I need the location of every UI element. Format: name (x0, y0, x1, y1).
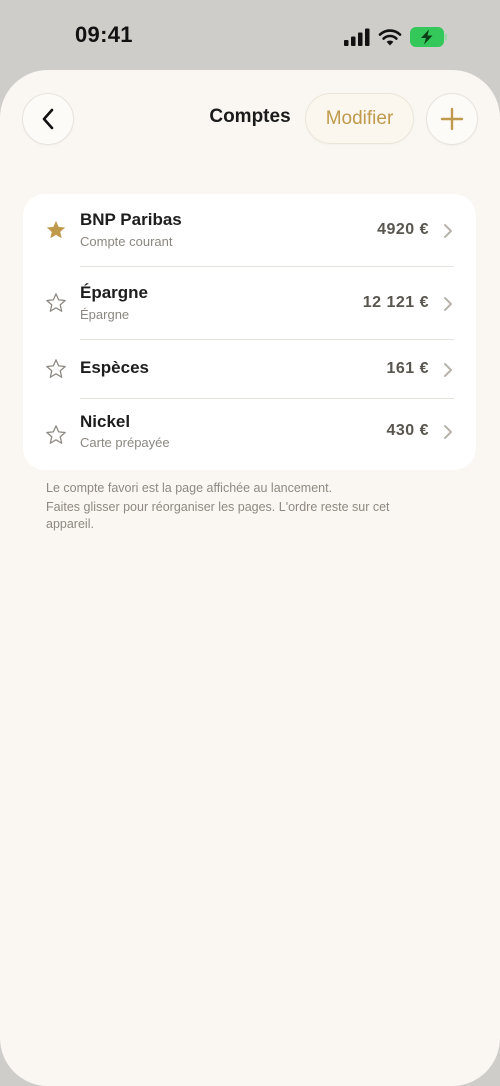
edit-button[interactable]: Modifier (306, 94, 413, 143)
cellular-signal-icon (344, 28, 370, 46)
wifi-icon (378, 29, 402, 46)
account-subtitle: Carte prépayée (80, 435, 170, 450)
star-outline-icon[interactable] (45, 292, 67, 314)
account-name: Espèces (80, 358, 149, 377)
star-filled-icon[interactable] (45, 219, 67, 241)
chevron-right-icon (444, 297, 452, 311)
account-row-epargne[interactable]: Épargne Épargne 12 121 € (23, 267, 476, 339)
star-outline-icon[interactable] (45, 424, 67, 446)
accounts-sheet: Comptes Modifier BNP Paribas Compte cour… (0, 70, 500, 1086)
account-balance: 161 € (386, 360, 429, 377)
status-bar: 09:41 (0, 0, 500, 70)
chevron-right-icon (444, 425, 452, 439)
plus-icon (440, 107, 464, 131)
account-row-especes[interactable]: Espèces 161 € (23, 340, 476, 398)
status-time: 09:41 (75, 22, 133, 47)
footer-reorder-note: Faites glisser pour réorganiser les page… (46, 500, 390, 531)
account-row-nickel[interactable]: Nickel Carte prépayée 430 € (23, 399, 476, 470)
account-row-bnp-paribas[interactable]: BNP Paribas Compte courant 4920 € (23, 194, 476, 266)
page-title: Comptes (209, 106, 291, 127)
battery-charging-icon (410, 27, 447, 47)
account-name: BNP Paribas (80, 210, 182, 229)
status-icons (344, 25, 448, 49)
footer-notes: Le compte favori est la page affichée au… (46, 480, 406, 533)
chevron-left-icon (42, 108, 54, 130)
star-outline-icon[interactable] (45, 358, 67, 380)
account-name: Épargne (80, 283, 149, 302)
account-subtitle: Compte courant (80, 234, 173, 249)
account-balance: 12 121 € (362, 294, 429, 311)
chevron-right-icon (444, 363, 452, 377)
accounts-list: BNP Paribas Compte courant 4920 € Épargn… (23, 194, 476, 470)
account-balance: 430 € (386, 422, 429, 439)
account-subtitle: Épargne (80, 307, 130, 322)
footer-favorite-note: Le compte favori est la page affichée au… (46, 481, 333, 495)
back-button[interactable] (23, 94, 73, 144)
account-name: Nickel (80, 412, 131, 431)
chevron-right-icon (444, 224, 452, 238)
add-account-button[interactable] (427, 94, 477, 144)
account-balance: 4920 € (377, 221, 429, 238)
